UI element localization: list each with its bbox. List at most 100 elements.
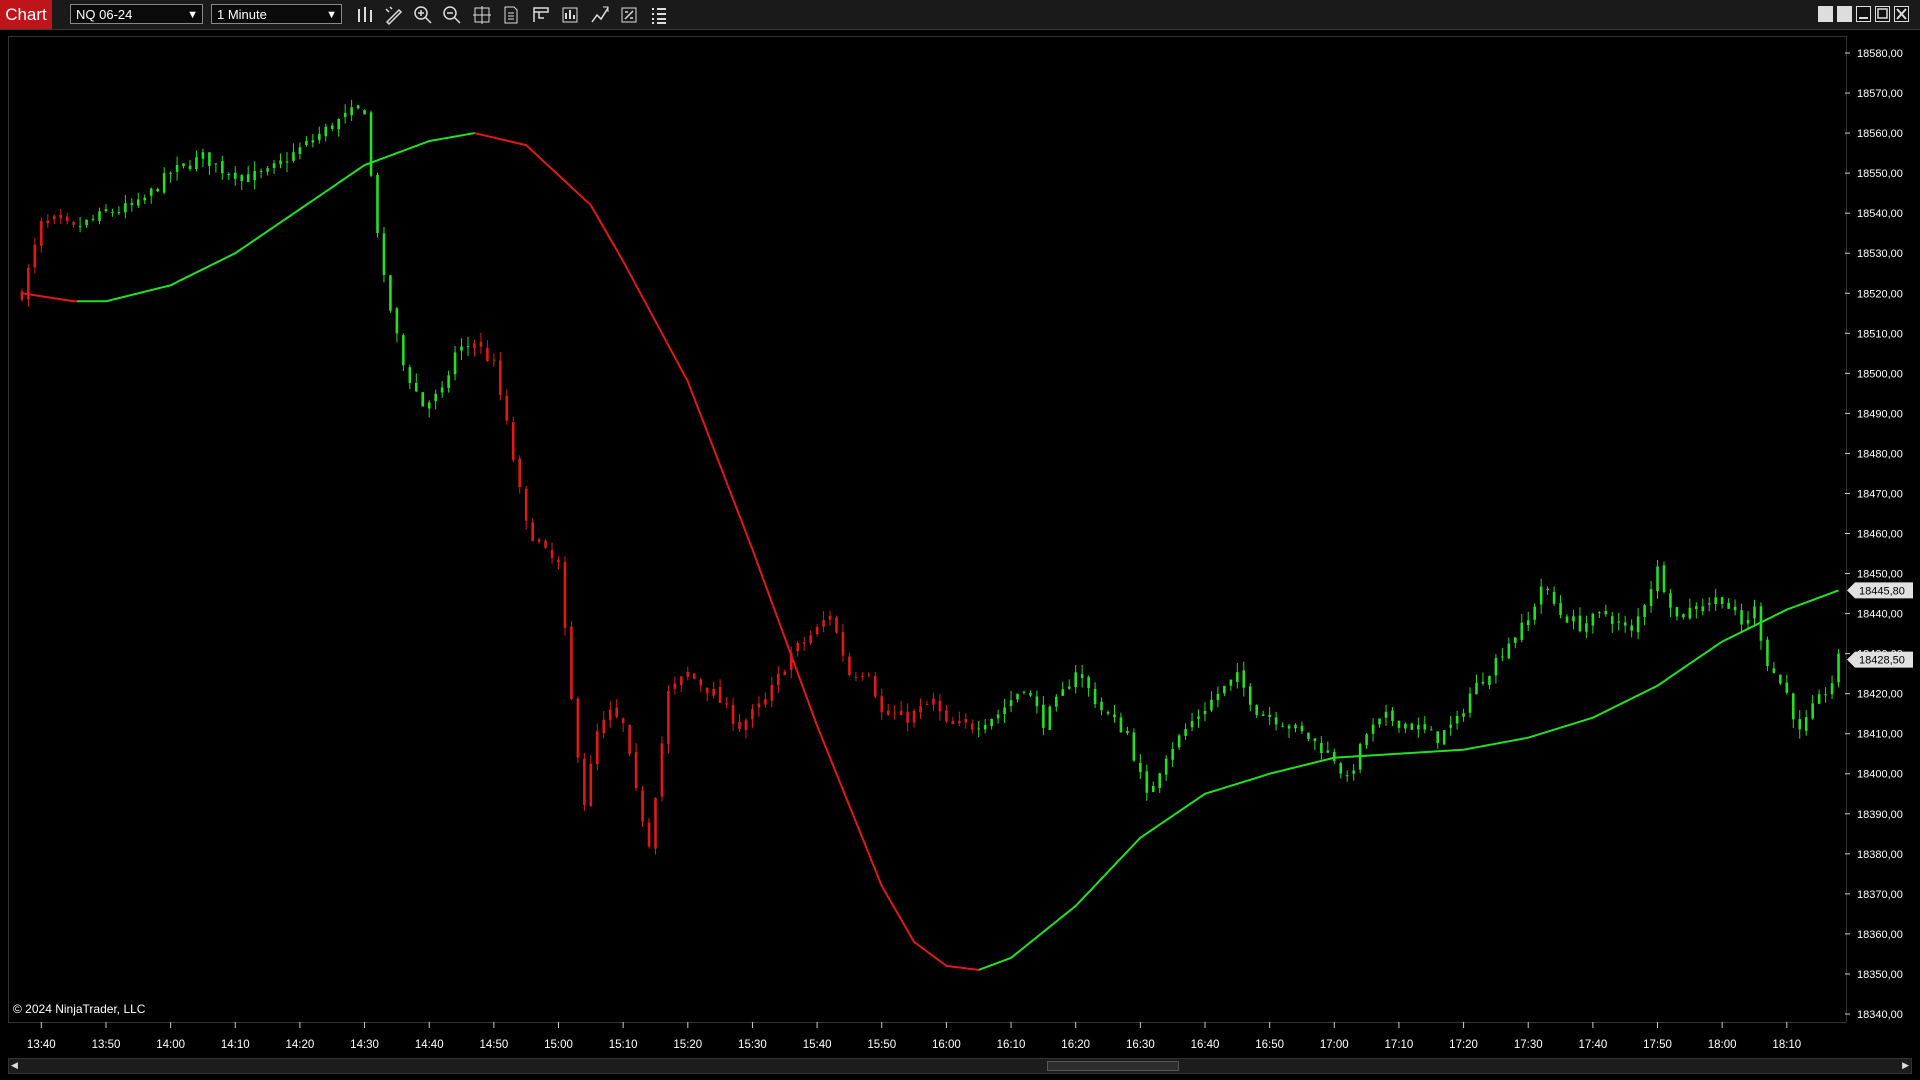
candle-body <box>621 718 625 723</box>
x-tick-label: 15:50 <box>867 1039 896 1051</box>
candle-body <box>815 626 819 635</box>
scroll-left-icon[interactable]: ◀ <box>11 1060 18 1071</box>
candle-body <box>848 656 851 676</box>
candle-body <box>595 731 599 765</box>
candle-body <box>473 343 476 349</box>
x-tick-label: 14:00 <box>156 1039 185 1051</box>
candle-body <box>1572 616 1575 622</box>
candle-body <box>240 175 244 182</box>
candle-body <box>1811 703 1814 719</box>
candle-body <box>91 218 95 220</box>
candle-body <box>751 708 754 720</box>
x-tick-label: 16:50 <box>1255 1039 1284 1051</box>
candle-body <box>990 719 993 727</box>
y-tick-label: 18340,00 <box>1857 1009 1903 1021</box>
candle-body <box>324 126 328 137</box>
candle-body <box>330 125 334 129</box>
candle-body <box>1714 597 1718 604</box>
candle-body <box>1481 681 1485 684</box>
candle-body <box>1106 712 1110 714</box>
candle-body <box>195 157 198 170</box>
candle-body <box>1604 611 1608 615</box>
candle-body <box>389 275 392 311</box>
candle-body <box>292 152 295 161</box>
y-tick-label: 18460,00 <box>1857 529 1903 541</box>
candle-body <box>1158 773 1162 788</box>
candle-body <box>337 119 341 130</box>
candle-body <box>692 673 696 679</box>
candle-body <box>1190 721 1194 728</box>
candle-body <box>1455 715 1459 724</box>
y-tick-label: 18440,00 <box>1857 609 1903 621</box>
candle-body <box>1591 613 1595 626</box>
scroll-right-icon[interactable]: ▶ <box>1902 1060 1909 1071</box>
candle-body <box>809 635 812 643</box>
candle-body <box>499 360 502 395</box>
candle-body <box>1772 668 1776 673</box>
candle-body <box>65 216 69 222</box>
candle-body <box>925 703 929 705</box>
smoothed-line-segment <box>978 589 1839 971</box>
candle-body <box>1022 691 1026 693</box>
candle-body <box>1707 603 1711 605</box>
candle-body <box>1003 707 1006 714</box>
candle-body <box>550 550 554 558</box>
candle-body <box>783 671 787 675</box>
candle-body <box>208 152 211 167</box>
candle-body <box>660 743 664 797</box>
x-tick-label: 16:10 <box>997 1039 1026 1051</box>
candle-body <box>1410 723 1414 730</box>
horizontal-scrollbar[interactable]: ◀ ▶ <box>8 1058 1912 1074</box>
candle-body <box>1339 763 1343 774</box>
candle-body <box>570 626 573 700</box>
x-tick-label: 17:20 <box>1449 1039 1478 1051</box>
candle-body <box>906 711 909 723</box>
candle-body <box>1229 679 1233 686</box>
y-tick-label: 18580,00 <box>1857 48 1903 60</box>
candle-body <box>1727 602 1730 609</box>
candle-body <box>1268 714 1271 718</box>
smoothed-line-segment <box>76 132 475 303</box>
x-tick-label: 16:30 <box>1126 1039 1155 1051</box>
candle-body <box>78 225 82 227</box>
candle-body <box>1074 672 1077 688</box>
y-tick-label: 18450,00 <box>1857 569 1903 581</box>
candle-body <box>298 147 302 154</box>
candle-body <box>1352 770 1355 774</box>
candle-body <box>1048 706 1052 730</box>
candle-body <box>822 620 825 627</box>
smoothed-moving-average <box>21 132 1839 971</box>
candle-body <box>408 367 412 383</box>
candle-body <box>893 713 896 715</box>
candle-body <box>1740 610 1743 625</box>
smoothed-line-segment <box>474 132 979 971</box>
candle-body <box>111 212 114 214</box>
price-axis: 18580,00 18570,00 18560,00 18550,00 18540,00… <box>1845 48 1903 1021</box>
candle-body <box>1223 685 1226 694</box>
candle-body <box>647 822 651 847</box>
candle-body <box>1093 688 1097 705</box>
candle-body <box>1617 621 1621 623</box>
candle-body <box>363 110 366 115</box>
candle-body <box>318 133 321 141</box>
candle-body <box>557 559 560 563</box>
price-marker-label: 18428,50 <box>1859 655 1905 667</box>
candle-body <box>188 165 192 169</box>
candle-body <box>1126 730 1129 734</box>
x-tick-label: 14:50 <box>479 1039 508 1051</box>
candle-body <box>705 687 709 694</box>
x-tick-label: 17:10 <box>1385 1039 1414 1051</box>
candle-body <box>479 341 483 347</box>
candle-body <box>395 308 399 334</box>
y-tick-label: 18420,00 <box>1857 689 1903 701</box>
scrollbar-thumb[interactable] <box>1047 1061 1179 1071</box>
candle-body <box>1294 724 1297 729</box>
candle-body <box>770 684 774 701</box>
candle-body <box>1210 699 1213 711</box>
candle-body <box>182 163 185 167</box>
candle-body <box>1559 603 1562 615</box>
candle-body <box>945 710 948 722</box>
y-tick-label: 18560,00 <box>1857 128 1903 140</box>
y-tick-label: 18350,00 <box>1857 969 1903 981</box>
candle-body <box>1733 606 1737 611</box>
